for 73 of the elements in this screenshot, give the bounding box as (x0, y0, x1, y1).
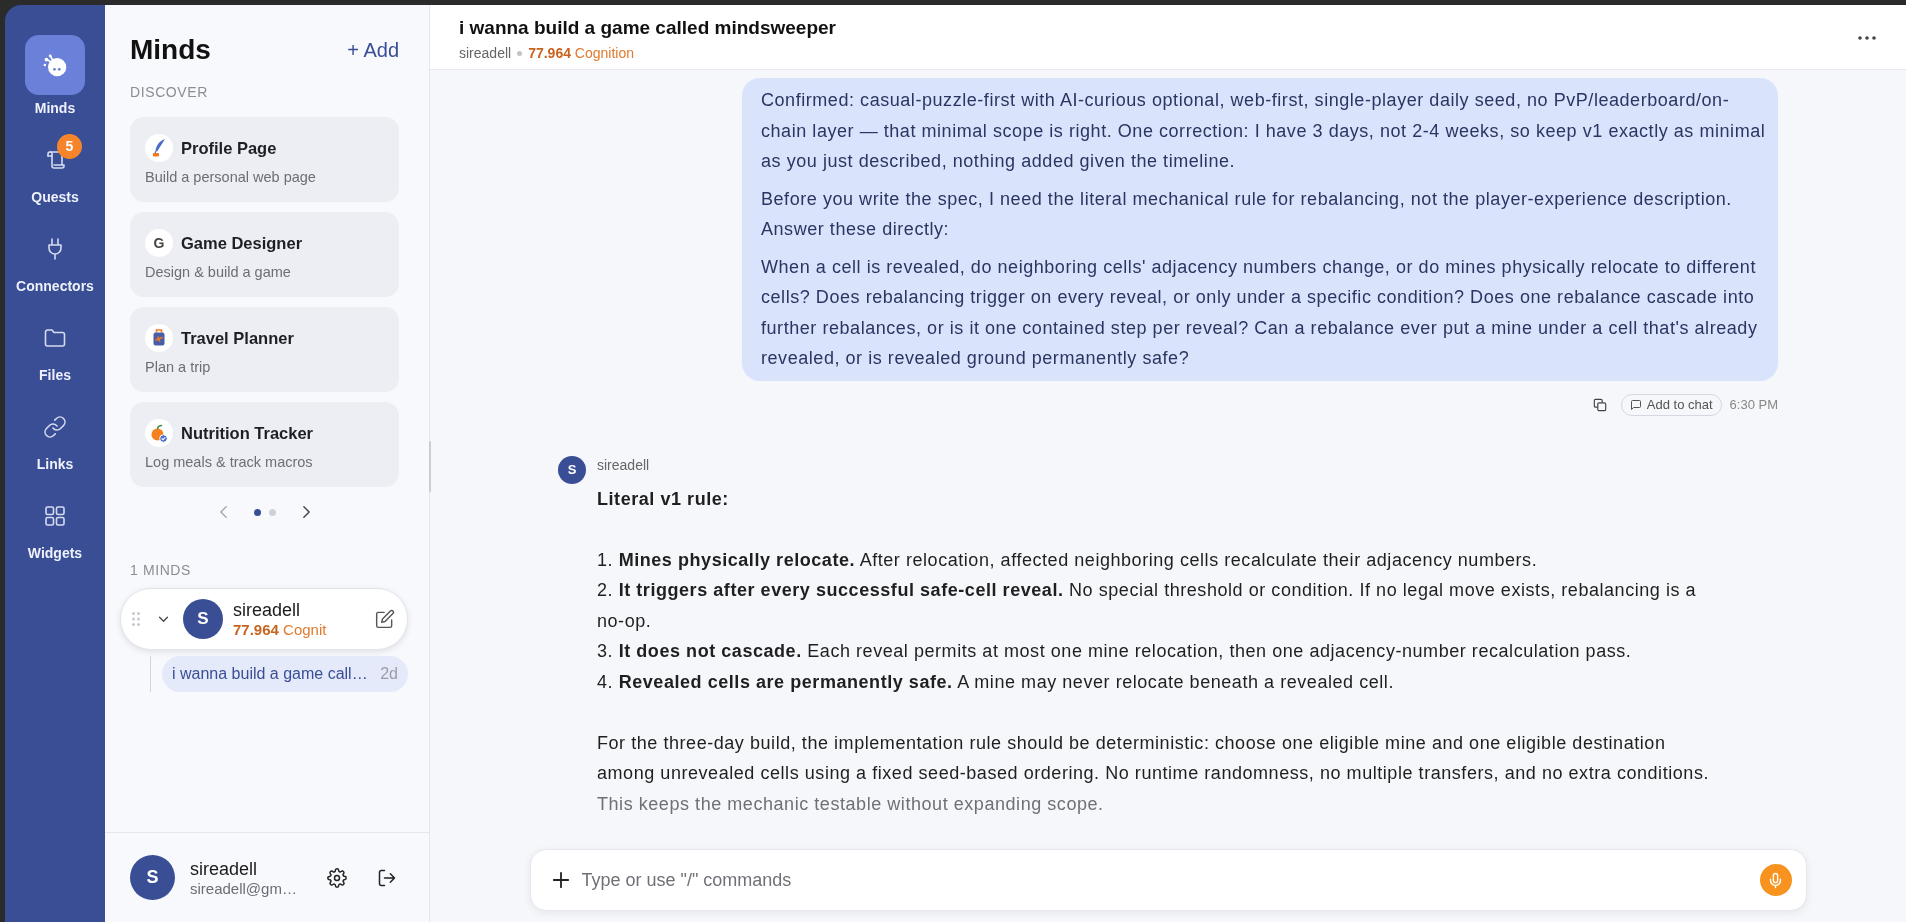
user-name: sireadell (190, 857, 259, 880)
folder-icon (43, 326, 67, 350)
rule-item: 2. It triggers after every successful safe-cell reveal. No special threshold or condition. If no legal move exists, rebalancing is a no-op. (597, 579, 1698, 633)
response-text: For the three-day build, the implementation rule should be deterministic: choose one eligible mine and one eligible destination among unrevealed cells using a fixed seed-based ordering. No runtime randomness, no multiple transfers, and no extra conditions. (597, 731, 1710, 785)
timestamp: 6:30 PM (1729, 397, 1778, 412)
card-title: Profile Page (181, 138, 277, 158)
page-dot[interactable] (268, 508, 276, 516)
apple-icon (145, 419, 173, 447)
card-subtitle: Plan a trip (145, 358, 212, 376)
response-heading: Literal v1 rule: (597, 487, 730, 511)
logout-icon[interactable] (376, 867, 397, 888)
scrollbar-thumb[interactable] (429, 441, 431, 492)
grid-icon (43, 504, 67, 528)
discover-card[interactable]: Nutrition Tracker Log meals & track macros (130, 402, 399, 487)
avatar: S (130, 855, 175, 900)
rule-item: 4. Revealed cells are permanently safe. A mine may never relocate beneath a revealed cell. (597, 670, 1395, 694)
chevron-down-icon[interactable] (158, 615, 169, 623)
edit-icon[interactable] (375, 609, 395, 629)
card-title: Nutrition Tracker (181, 423, 314, 443)
author-name: sireadell (597, 455, 650, 474)
page-dot[interactable] (253, 508, 261, 516)
separator-dot-icon (517, 50, 523, 56)
copy-icon[interactable] (1592, 397, 1607, 412)
card-title: Game Designer (181, 233, 303, 253)
chevron-right-icon[interactable] (301, 505, 311, 519)
drag-handle-icon[interactable] (132, 612, 140, 626)
message-text: Confirmed: casual-puzzle-first with AI-curious optional, web-first, single-player daily seed, no PvP/leaderboard/on-chain layer — that minimal scope is right. One correction: I have 3 days, not 2-4 weeks, so keep v1 exactly as minimal as you just described, nothing added given the timeline. (761, 89, 1766, 173)
discover-card[interactable]: Profile Page Build a personal web page (130, 117, 399, 202)
plus-icon[interactable] (551, 871, 570, 889)
rule-item: 1. Mines physically relocate. After relocation, affected neighboring cells recalculate their adjacency numbers. (597, 548, 1539, 572)
discover-card[interactable]: G Game Designer Design & build a game (130, 212, 399, 297)
chat-title: i wanna build a game called mindsweeper (459, 16, 836, 40)
cognition-score: 77.964 Cognition (528, 44, 634, 62)
link-icon (43, 415, 67, 439)
cognition-score: 77.964 Cognit (233, 621, 328, 639)
nav-item[interactable]: Minds (5, 35, 105, 117)
letter-avatar: G (145, 229, 173, 257)
nav-item[interactable]: 5 Quests (5, 124, 105, 206)
card-subtitle: Build a personal web page (145, 168, 317, 186)
more-options-icon[interactable] (1858, 36, 1876, 40)
mind-name: sireadell (233, 599, 302, 621)
blob-icon (25, 35, 85, 95)
message-input[interactable]: Type or use "/" commands (581, 865, 1760, 895)
author-name: sireadell (459, 44, 512, 62)
avatar: S (558, 455, 586, 484)
rule-item: 3. It does not cascade. Each reveal permits at most one mine relocation, then one adjacency-number recalculation pass. (597, 640, 1633, 663)
message-composer[interactable]: Type or use "/" commands (529, 849, 1807, 911)
settings-icon[interactable] (326, 867, 347, 888)
thread-item[interactable]: i wanna build a game call… 2d (162, 656, 408, 692)
count-badge: 5 (57, 134, 82, 159)
mic-icon (1767, 871, 1784, 889)
message-text: Before you write the spec, I need the literal mechanical rule for rebalancing, not the player-experience description. Answer these directly: (761, 187, 1733, 241)
section-label: DISCOVER (130, 83, 209, 101)
nav-item[interactable]: Links (5, 391, 105, 473)
avatar: S (183, 599, 223, 639)
suitcase-icon (145, 324, 173, 352)
add-to-chat-button[interactable]: Add to chat (1620, 393, 1722, 416)
quill-icon (145, 134, 173, 162)
discover-card[interactable]: Travel Planner Plan a trip (130, 307, 399, 392)
chat-icon (1629, 398, 1642, 411)
add-mind-button[interactable]: + Add (347, 38, 399, 62)
card-subtitle: Design & build a game (145, 263, 292, 281)
nav-item[interactable]: Widgets (5, 480, 105, 562)
nav-item[interactable]: Files (5, 302, 105, 384)
sidebar-title: Minds (130, 33, 211, 67)
response-text: This keeps the mechanic testable without expanding scope. (597, 792, 1105, 816)
user-email: sireadell@gm… (190, 879, 297, 898)
card-subtitle: Log meals & track macros (145, 453, 314, 471)
card-title: Travel Planner (181, 328, 294, 348)
section-label: 1 MINDS (130, 561, 192, 579)
message-text: When a cell is revealed, do neighboring cells' adjacency numbers change, or do mines physically relocate to different cells? Does rebalancing trigger on every reveal, or only under a specific condition? Does one rebalance cascade into further rebalances, or is it one contained step per reveal? Can a rebalance ever put a mine under a cell that's already revealed, or is revealed ground permanently safe? (761, 255, 1759, 370)
nav-item[interactable]: Connectors (5, 213, 105, 295)
mind-item[interactable]: S sireadell 77.964 Cognit (120, 588, 408, 650)
